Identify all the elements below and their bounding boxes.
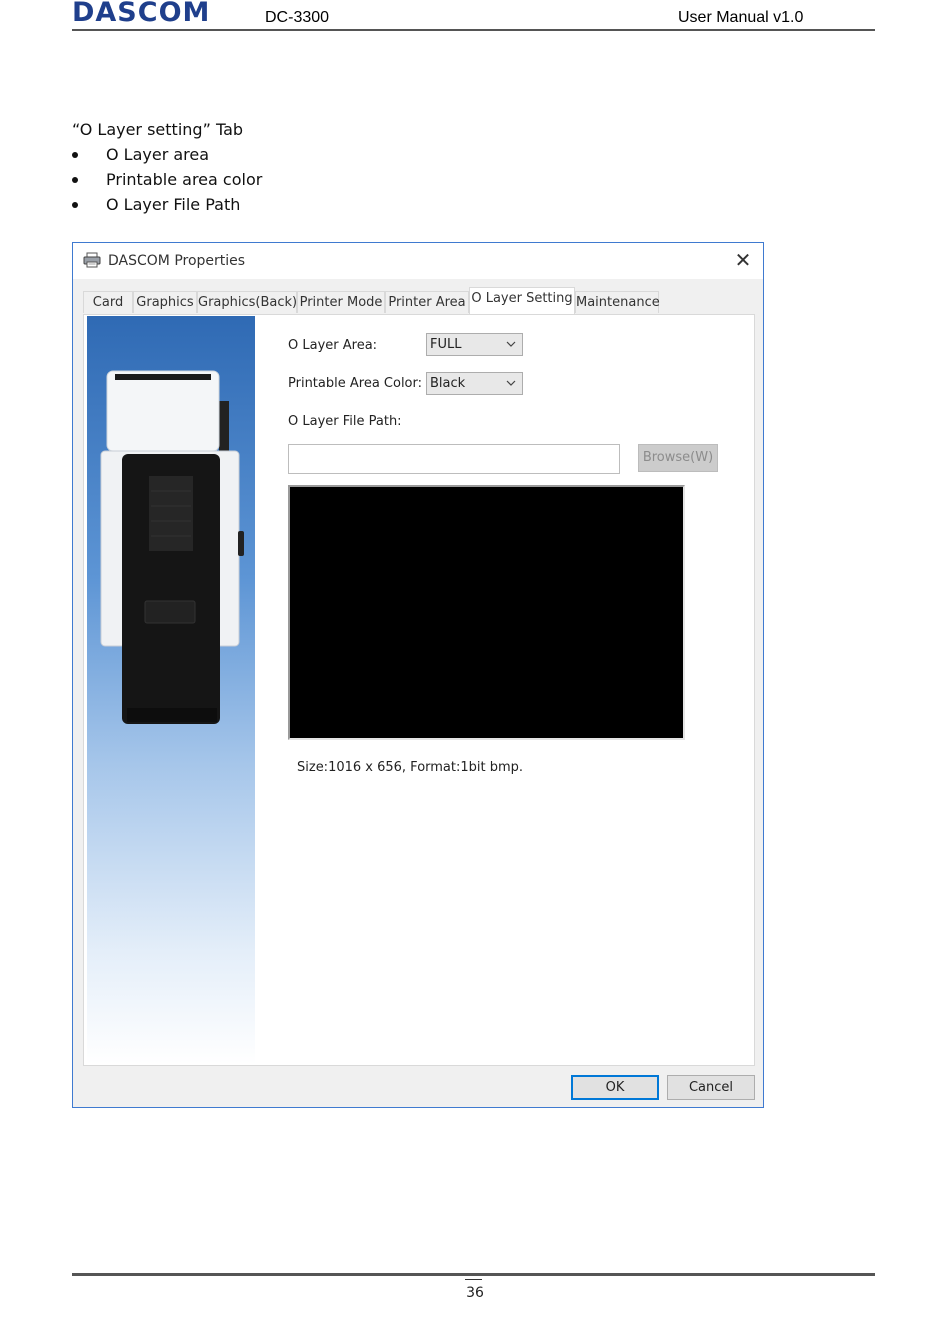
card-printer-icon [100, 370, 244, 724]
manual-version: User Manual v1.0 [678, 9, 804, 26]
page-marker [465, 1279, 482, 1280]
printer-side-image [87, 316, 255, 1064]
size-format-text: Size:1016 x 656, Format:1bit bmp. [297, 760, 524, 775]
printer-icon [83, 252, 101, 268]
list-item: Printable area color [72, 170, 262, 195]
tab-card[interactable]: Card [83, 291, 133, 313]
ok-button[interactable]: OK [571, 1075, 659, 1100]
printable-color-label: Printable Area Color: [288, 376, 423, 391]
page-number: 36 [466, 1285, 484, 1301]
tab-maintenance[interactable]: Maintenance [575, 291, 660, 313]
tab-graphics-back[interactable]: Graphics(Back) [197, 291, 297, 313]
o-layer-area-label: O Layer Area: [288, 338, 378, 353]
bullet-icon [72, 152, 78, 158]
model-name: DC-3300 [265, 9, 330, 26]
close-icon[interactable]: ✕ [731, 249, 755, 273]
dialog-title: DASCOM Properties [108, 253, 246, 269]
section-intro: “O Layer setting” Tab [72, 120, 244, 139]
o-layer-preview [288, 485, 685, 740]
tab-printer-mode[interactable]: Printer Mode [297, 291, 385, 313]
properties-dialog: DASCOM Properties ✕ Card Graphics Graphi… [72, 242, 764, 1108]
feature-list: O Layer area Printable area color O Laye… [72, 145, 262, 220]
bullet-icon [72, 202, 78, 208]
cancel-button[interactable]: Cancel [667, 1075, 755, 1100]
header-divider [72, 29, 875, 31]
o-layer-area-select[interactable]: FULL [426, 333, 523, 356]
bullet-icon [72, 177, 78, 183]
footer-divider [72, 1273, 875, 1276]
tab-graphics[interactable]: Graphics [133, 291, 197, 313]
tab-panel: O Layer Area: FULL Printable Area Color:… [83, 314, 755, 1066]
tab-o-layer-setting[interactable]: O Layer Setting [469, 287, 575, 314]
file-path-input[interactable] [288, 444, 620, 474]
browse-button[interactable]: Browse(W) [638, 444, 718, 472]
preview-image [291, 488, 682, 737]
chevron-down-icon [506, 380, 516, 386]
tab-printer-area[interactable]: Printer Area [385, 291, 469, 313]
list-item: O Layer File Path [72, 195, 262, 220]
title-bar: DASCOM Properties ✕ [73, 243, 763, 279]
list-item: O Layer area [72, 145, 262, 170]
chevron-down-icon [506, 341, 516, 347]
file-path-label: O Layer File Path: [288, 414, 402, 429]
dascom-logo: DASCOM [72, 0, 211, 28]
printable-color-select[interactable]: Black [426, 372, 523, 395]
